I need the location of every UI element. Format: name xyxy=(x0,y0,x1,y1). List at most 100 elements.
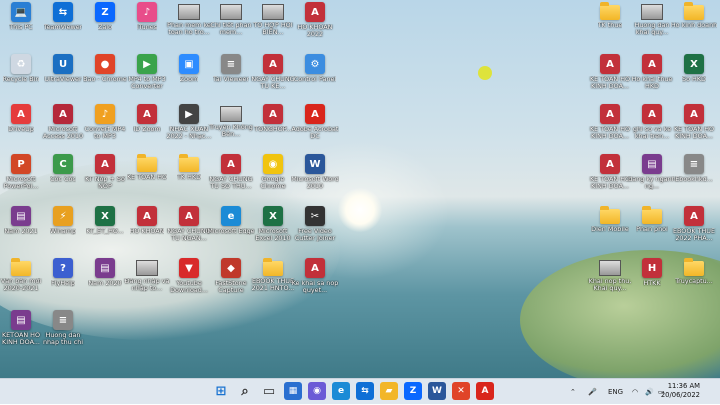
youtube-downloader-icon: ▼ xyxy=(179,258,199,278)
wifi-icon[interactable]: ◠ xyxy=(632,379,638,405)
desktop-icon-ke-toan-ho[interactable]: KE TOAN HO xyxy=(123,154,171,181)
desktop-icon-coc-coc-browser[interactable]: C Cốc Cốc xyxy=(39,154,87,183)
desktop-icon-tonghop[interactable]: A TONGHOP... xyxy=(249,104,297,133)
taskbar-search-icon[interactable]: ⌕ xyxy=(236,382,254,400)
kt-nop-icon: A xyxy=(95,154,115,174)
desktop-icon-control-panel[interactable]: ⚙ Control Panel xyxy=(291,54,339,83)
ke-toan-ho-4-icon: A xyxy=(684,104,704,124)
id-zoom-icon: A xyxy=(137,104,157,124)
desktop-icon-flyhelp[interactable]: ? FlyHelp xyxy=(39,258,87,287)
desktop-icon-label: Adobe Acrobat DC xyxy=(291,126,339,141)
ngay-chung-tu-3-icon: A xyxy=(179,206,199,226)
nhac-xuan-icon: ▶ xyxy=(179,104,199,124)
microphone-icon[interactable]: 🎤 xyxy=(588,379,597,405)
desktop-icon-winamp[interactable]: ⚡ Winamp xyxy=(39,206,87,235)
desktop-icon-ho-khoan-2022[interactable]: A HO KHOAN 2022 xyxy=(291,2,339,38)
desktop-icon-htkk[interactable]: H HTKK xyxy=(628,258,676,287)
desktop-icon-ho-kinh-doanh[interactable]: Ho kinh doanh xyxy=(670,2,718,29)
taskbar-cursor-app-icon[interactable]: ✕ xyxy=(452,382,470,400)
desktop-icon-teamviewer[interactable]: ⇆ TeamViewer xyxy=(39,2,87,31)
taskbar-widgets-icon[interactable]: ▦ xyxy=(284,382,302,400)
desktop-icon-label: Zoom xyxy=(179,76,199,83)
desktop-icon-ngay-chung-tu-2[interactable]: A NGAY CHUNG TU SO THU... xyxy=(207,154,255,190)
desktop-icon-ke-toan-ho-3[interactable]: A KE TOAN HO KINH DOA... xyxy=(586,104,634,140)
desktop-icon-ke-toan-ho-2[interactable]: A KE TOAN HO KINH DOA... xyxy=(586,54,634,90)
desktop-icon-ebook-thue-2[interactable]: A EBOOK THUE 2022 PHA... xyxy=(670,206,718,242)
desktop-icon-dang-ky[interactable]: ▤ dang ky nganh ng... xyxy=(628,154,676,190)
desktop-icon-zoom[interactable]: ▣ Zoom xyxy=(165,54,213,83)
desktop-icon-faststone-capture[interactable]: ◆ FastStone Capture xyxy=(207,258,255,294)
desktop-icon-microsoft-edge[interactable]: e Microsoft Edge xyxy=(207,206,255,235)
desktop-icon-mp4-converter[interactable]: ▶ MP4 to MP3 Converter xyxy=(123,54,171,90)
desktop-icon-so-hkd[interactable]: X So HKD xyxy=(670,54,718,83)
desktop-icon-youtube-downloader[interactable]: ▼ Youtube Download... xyxy=(165,258,213,294)
desktop-icon-label: DriveUp xyxy=(8,126,34,133)
convert-mp4-icon: ♪ xyxy=(95,104,115,124)
desktop-icon-huong-dan-khai[interactable]: Huong dan khai quy... xyxy=(628,2,676,36)
clock[interactable]: 11:36 AM 20/06/2022 xyxy=(661,382,700,400)
dien-mobile-icon xyxy=(600,206,620,224)
desktop-icon-ebookhkd[interactable]: ≡ Ebookhkd... xyxy=(670,154,718,183)
taskbar-explorer-icon[interactable]: ▰ xyxy=(380,382,398,400)
desktop-icon-label: KE TOAN HO KINH DOA... xyxy=(589,176,631,191)
desktop-icon-convert-mp4[interactable]: ♪ Convert MP4 to MP3 xyxy=(81,104,129,140)
desktop-icon-ebook-thue[interactable]: EBOOK THUE 2021 HNTO... xyxy=(249,258,297,292)
taskbar-word-icon[interactable]: W xyxy=(428,382,446,400)
language-indicator[interactable]: ENG xyxy=(608,379,623,405)
desktop-icon-ho-sao-hoi[interactable]: TỔ HỢP HỘI BIẾN... xyxy=(249,2,297,36)
desktop-icon-microsoft-excel[interactable]: X Microsoft Excel 2010 xyxy=(249,206,297,242)
desktop-icon-ho-khoan[interactable]: A HO KHOAN xyxy=(123,206,171,235)
desktop-icon-ngay-chung-tu-3[interactable]: A NGAY CHUNG TU NGAN... xyxy=(165,206,213,242)
taskbar-edge-icon[interactable]: e xyxy=(332,382,350,400)
desktop-icon-ke-toan-ho-5[interactable]: A KE TOAN HO KINH DOA... xyxy=(586,154,634,190)
desktop-icon-truycaptu[interactable]: Truycaptu... xyxy=(670,258,718,285)
taskbar-task-view-icon[interactable]: ▭ xyxy=(260,382,278,400)
desktop-icon-huong-dan[interactable]: ≡ Huong dan nhap thu chi xyxy=(39,310,87,346)
desktop-icon-adobe-acrobat[interactable]: A Adobe Acrobat DC xyxy=(291,104,339,140)
desktop-icon-coc-coc[interactable]: ● Bao - Chrome xyxy=(81,54,129,83)
desktop-icon-ke-toan-ho-4[interactable]: A KE TOAN HO KINH DOA... xyxy=(670,104,718,140)
flyhelp-icon: ? xyxy=(53,258,73,278)
desktop-icon-nam-2020[interactable]: ▤ Nam 2020 xyxy=(81,258,129,287)
taskbar-chat-icon[interactable]: ◉ xyxy=(308,382,326,400)
desktop-icon-ghi-so[interactable]: Aghi so va ke khai tren... xyxy=(628,104,676,140)
nam-2021-icon: ▤ xyxy=(11,206,31,226)
taskbar-acrobat-icon[interactable]: A xyxy=(476,382,494,400)
desktop-icon-tai-vieweer[interactable]: ≡ Tai Vieweer xyxy=(207,54,255,83)
desktop-icon-truyen-khong[interactable]: Truyện Không Bên... xyxy=(207,104,255,138)
taskbar-teamviewer-icon[interactable]: ⇆ xyxy=(356,382,374,400)
desktop-icon-zalo[interactable]: Z Zalo xyxy=(81,2,129,31)
desktop-icon-tk-hkd[interactable]: TK HKD xyxy=(165,154,213,181)
desktop-icon-itunes[interactable]: ♪ iTunes xyxy=(123,2,171,31)
desktop-icon-kt-et-ho[interactable]: X KT_ET_HO... xyxy=(81,206,129,235)
volume-icon[interactable]: 🔊 xyxy=(645,379,654,405)
desktop-icon-khai-nop[interactable]: Khai nop thu, Khai quy... xyxy=(586,258,634,292)
desktop-icon-microsoft-access[interactable]: A Microsoft Access 2010 xyxy=(39,104,87,140)
desktop-icon-dang-nhap[interactable]: Đăng nhập và nhập to... xyxy=(123,258,171,292)
ultraviewer-icon: U xyxy=(53,54,73,74)
desktop-icon-kt-nop[interactable]: A KT Nộp + Sổ NOP xyxy=(81,154,129,190)
desktop-icon-dien-mobile[interactable]: Dien Mobile xyxy=(586,206,634,233)
chevron-up-icon[interactable]: ⌃ xyxy=(570,379,576,405)
desktop-icon-ngay-chung-tu[interactable]: A NGAY CHUNG TU KE... xyxy=(249,54,297,90)
desktop-icon-phan-phoi[interactable]: Phan phoi xyxy=(628,206,676,233)
desktop-icon-microsoft-word[interactable]: W Microsoft Word 2010 xyxy=(291,154,339,190)
desktop-icon-label: Huong dan nhap thu chi xyxy=(42,332,84,347)
desktop-icon-label: Control Panel xyxy=(293,76,337,83)
desktop-icon-id-zoom[interactable]: A ID Zoom xyxy=(123,104,171,133)
desktop-icon-label: Ho khai thue HKD xyxy=(631,76,673,91)
desktop-icon-google-chrome[interactable]: ◉ Google Chrome xyxy=(249,154,297,190)
desktop-icon-label: KE TOAN HO xyxy=(126,174,168,181)
desktop-icon-tk-thue[interactable]: TK thue xyxy=(586,2,634,29)
desktop-icon-ke-khai-sa[interactable]: A Ke khai sa nop quyet... xyxy=(291,258,339,294)
desktop-icon-phan-mem-ke-toan[interactable]: Phan mem ke toan ho tro... xyxy=(165,2,213,36)
desktop-icon-ho-khai-hkd[interactable]: A Ho khai thue HKD xyxy=(628,54,676,90)
desktop-icon-label: MP4 to MP3 Converter xyxy=(128,76,166,91)
taskbar-zalo-icon[interactable]: Z xyxy=(404,382,422,400)
desktop-icon-ultraviewer[interactable]: U UltraViewer xyxy=(39,54,87,83)
desktop-icon-nhac-xuan[interactable]: ▶ NHẠC XUÂN 2022 - Nhạc... xyxy=(165,104,213,140)
desktop-icon-chi-tiet-phan-mem[interactable]: Chỉ tiết phan mem... xyxy=(207,2,255,36)
taskbar-start-icon[interactable]: ⊞ xyxy=(212,382,230,400)
desktop-icon-free-video-cutter[interactable]: ✂ Free Video Cutter Joiner xyxy=(291,206,339,242)
desktop-icon-label: KE TOAN HO KINH DOA... xyxy=(589,126,631,141)
